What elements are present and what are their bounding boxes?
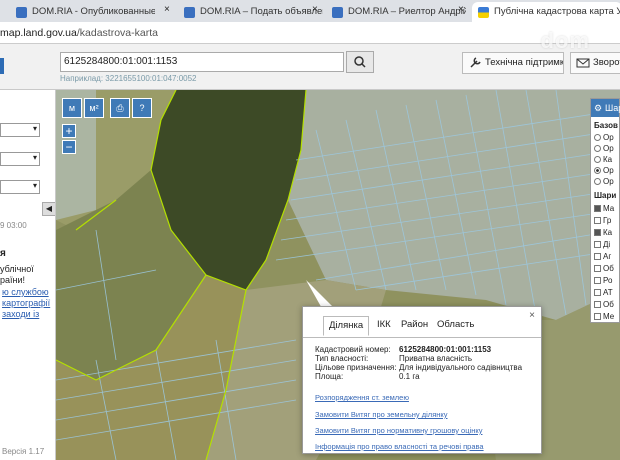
- browser-tab-strip: DOM.RIA - Опубликованные о DOM.RIA – Под…: [0, 0, 620, 22]
- site-logo: [0, 58, 4, 74]
- zoom-out-button[interactable]: −: [62, 140, 76, 154]
- feedback-label: Зворот: [593, 57, 620, 68]
- link-land-disposal[interactable]: Розпорядження ст. землею: [315, 393, 409, 402]
- field-value-purpose: Для індивідуального садівництва: [399, 363, 523, 372]
- url-path: /kadastrova-karta: [76, 27, 158, 39]
- wrench-icon: [470, 57, 481, 68]
- chevron-down-icon: ▾: [32, 124, 37, 133]
- news-timestamp: 9 03:00: [0, 221, 27, 230]
- close-popup-button[interactable]: ×: [529, 310, 535, 321]
- help-icon: ?: [139, 103, 145, 113]
- gear-icon: ⚙: [594, 103, 603, 113]
- base-option-3[interactable]: Ка: [594, 155, 612, 165]
- browser-tab-domria-realtor[interactable]: DOM.RIA – Риелтор Андрій. У: [326, 2, 466, 22]
- news-text-line-2: раїни!: [0, 275, 26, 285]
- base-option-4[interactable]: Ор: [594, 166, 614, 176]
- browser-address-bar[interactable]: map.land.gov.ua/kadastrova-karta: [0, 22, 620, 44]
- app-header: 6125284800:01:001:1153 Наприклад: 322165…: [0, 44, 620, 90]
- layer-item-5[interactable]: Аг: [594, 252, 611, 262]
- tab-label: DOM.RIA - Опубликованные о: [32, 6, 155, 17]
- browser-tab-cadastral-map[interactable]: Публічна кадастрова карта Ук: [472, 2, 620, 22]
- browser-tab-domria-submit[interactable]: DOM.RIA – Подать объявлени: [178, 2, 323, 22]
- news-heading: я: [0, 248, 6, 259]
- base-layers-heading: Базов: [594, 121, 618, 130]
- app-version: Версія 1.17: [2, 447, 45, 456]
- chevron-down-icon: ▾: [32, 181, 37, 190]
- layer-item-7[interactable]: Ро: [594, 276, 612, 286]
- layer-item-1[interactable]: Ма: [594, 204, 614, 214]
- domria-favicon-icon: [332, 7, 343, 18]
- left-sidebar: ▾ ▾ ▾ ◀ 9 03:00 я ублічної раїни! ю служ…: [0, 90, 56, 460]
- cadastral-search-input[interactable]: 6125284800:01:001:1153: [60, 52, 344, 72]
- layer-item-3[interactable]: Ка: [594, 228, 612, 238]
- layers-header[interactable]: ⚙ Шар: [591, 99, 620, 117]
- news-link-line-2[interactable]: картографії: [2, 298, 50, 309]
- domria-favicon-icon: [16, 7, 27, 18]
- tech-support-button[interactable]: Технічна підтримка: [462, 52, 564, 74]
- browser-tab-domria-published[interactable]: DOM.RIA - Опубликованные о: [10, 2, 155, 22]
- cadastral-map[interactable]: м м² ⎙ ? + − ⚙ Шар Базов Ор Ор Ка Ор Ор …: [56, 90, 620, 460]
- tab-district[interactable]: Район: [401, 319, 428, 330]
- field-label-purpose: Цільове призначення:: [315, 363, 397, 372]
- layer-item-6[interactable]: Об: [594, 264, 614, 274]
- filter-select-3[interactable]: ▾: [0, 180, 40, 194]
- envelope-icon: [576, 58, 590, 68]
- tab-region[interactable]: Область: [437, 319, 474, 330]
- tab-label: DOM.RIA – Риелтор Андрій. У: [348, 6, 466, 17]
- chevron-down-icon: ▾: [32, 153, 37, 162]
- layer-item-10[interactable]: Ме: [594, 312, 614, 322]
- layer-item-4[interactable]: Ді: [594, 240, 610, 250]
- collapse-panel-button[interactable]: ◀: [42, 202, 55, 216]
- link-order-valuation-extract[interactable]: Замовити Витяг про нормативну грошову оц…: [315, 426, 482, 435]
- search-button[interactable]: [346, 51, 374, 73]
- overlay-layers-heading: Шари: [594, 191, 617, 200]
- tab-ikk[interactable]: ІКК: [377, 319, 391, 330]
- news-link-line-1[interactable]: ю службою: [2, 287, 49, 298]
- base-option-5[interactable]: Ор: [594, 177, 614, 187]
- close-tab-icon[interactable]: ×: [164, 4, 170, 15]
- domria-favicon-icon: [184, 7, 195, 18]
- field-value-area: 0.1 га: [399, 372, 420, 381]
- search-icon: [354, 56, 366, 68]
- area-ruler-icon: м²: [89, 103, 99, 113]
- field-value-ownership: Приватна власність: [399, 354, 473, 363]
- measure-area-button[interactable]: м²: [84, 98, 104, 118]
- tab-label: DOM.RIA – Подать объявлени: [200, 6, 323, 17]
- zoom-in-button[interactable]: +: [62, 124, 76, 138]
- domria-watermark: dom: [540, 28, 590, 53]
- tab-parcel[interactable]: Ділянка: [323, 316, 370, 336]
- parcel-info-popup: × Ділянка ІКК Район Область Кадастровий …: [302, 306, 542, 454]
- tab-label: Публічна кадастрова карта Ук: [494, 6, 620, 17]
- layer-item-9[interactable]: Об: [594, 300, 614, 310]
- ukraine-flag-favicon-icon: [478, 7, 489, 18]
- feedback-button[interactable]: Зворот: [570, 52, 620, 74]
- print-button[interactable]: ⎙: [110, 98, 130, 118]
- search-example-hint: Наприклад: 3221655100:01:047:0052: [60, 74, 197, 83]
- field-label-area: Площа:: [315, 372, 344, 381]
- field-label-cadastral-number: Кадастровий номер:: [315, 345, 391, 354]
- close-tab-icon[interactable]: ×: [312, 4, 318, 15]
- layers-title: Шар: [605, 103, 620, 113]
- link-ownership-info[interactable]: Інформація про право власності та речові…: [315, 442, 484, 451]
- field-label-ownership: Тип власності:: [315, 354, 369, 363]
- printer-icon: ⎙: [116, 103, 124, 113]
- news-text-line-1: ублічної: [0, 264, 34, 274]
- link-order-parcel-extract[interactable]: Замовити Витяг про земельну ділянку: [315, 410, 448, 419]
- news-link-line-3[interactable]: заходи із: [2, 309, 39, 320]
- base-option-2[interactable]: Ор: [594, 144, 614, 154]
- layer-item-2[interactable]: Гр: [594, 216, 611, 226]
- url-host: map.land.gov.ua: [0, 27, 77, 39]
- url-text: map.land.gov.ua/kadastrova-karta: [0, 25, 158, 41]
- measure-distance-button[interactable]: м: [62, 98, 82, 118]
- layer-item-8[interactable]: АТ: [594, 288, 613, 298]
- filter-select-1[interactable]: ▾: [0, 123, 40, 137]
- close-tab-icon[interactable]: ×: [458, 4, 464, 15]
- base-option-1[interactable]: Ор: [594, 133, 614, 143]
- field-value-cadastral-number: 6125284800:01:001:1153: [399, 345, 492, 354]
- ruler-icon: м: [68, 103, 76, 113]
- tech-support-label: Технічна підтримка: [485, 57, 564, 68]
- layers-panel: ⚙ Шар Базов Ор Ор Ка Ор Ор Шари Ма Гр Ка…: [590, 98, 620, 323]
- filter-select-2[interactable]: ▾: [0, 152, 40, 166]
- help-button[interactable]: ?: [132, 98, 152, 118]
